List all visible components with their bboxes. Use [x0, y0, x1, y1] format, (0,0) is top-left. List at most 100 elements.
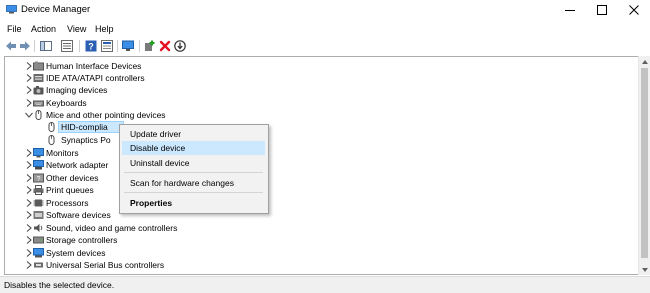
tree-item-system-devices[interactable]: System devices — [5, 247, 625, 259]
menu-action[interactable]: Action — [31, 23, 56, 35]
tree-item-label: Human Interface Devices — [46, 61, 142, 71]
tree-item-ide-controllers[interactable]: IDE ATA/ATAPI controllers — [5, 72, 625, 84]
tree-item-label: Sound, video and game controllers — [46, 223, 178, 233]
chevron-down-icon[interactable] — [24, 110, 33, 120]
processor-icon — [33, 199, 44, 207]
chevron-right-icon[interactable] — [24, 85, 33, 95]
maximize-button[interactable] — [586, 0, 618, 20]
tree-item-mice-and-pointing-devices[interactable]: Mice and other pointing devices — [5, 109, 625, 121]
chevron-right-icon[interactable] — [24, 260, 33, 270]
vertical-scrollbar[interactable] — [638, 56, 650, 275]
toolbar-separator — [117, 40, 118, 52]
scroll-up-arrow-icon — [641, 59, 648, 64]
show-hide-console-tree-icon[interactable] — [40, 40, 52, 52]
tree-item-software-devices[interactable]: Software devices — [5, 209, 625, 221]
scroll-down-arrow-icon — [641, 267, 648, 272]
status-bar: Disables the selected device. — [0, 276, 650, 293]
menu-bar: File Action View Help — [0, 21, 650, 37]
toolbar: ? — [0, 37, 650, 55]
chevron-right-icon[interactable] — [24, 61, 33, 71]
tree-item-storage-controllers[interactable]: Storage controllers — [5, 234, 625, 246]
chevron-right-icon[interactable] — [24, 173, 33, 183]
close-button[interactable] — [618, 0, 650, 20]
tree-item-synaptics-pointing-device[interactable]: Synaptics Po — [44, 134, 124, 146]
tree-item-human-interface-devices[interactable]: Human Interface Devices — [5, 60, 625, 72]
tree-item-monitors[interactable]: Monitors — [5, 147, 120, 159]
context-menu: Update driver Disable device Uninstall d… — [119, 124, 269, 214]
chevron-right-icon[interactable] — [24, 160, 33, 170]
monitor-icon — [33, 148, 44, 158]
forward-arrow-icon[interactable] — [19, 40, 31, 52]
help-icon[interactable]: ? — [85, 40, 97, 52]
tree-item-label: Print queues — [46, 185, 94, 195]
tree-item-usb-controllers[interactable]: Universal Serial Bus controllers — [5, 259, 625, 271]
menu-file[interactable]: File — [7, 23, 22, 35]
add-driver-icon[interactable] — [144, 40, 156, 52]
scroll-down-button[interactable] — [639, 264, 650, 275]
tree-item-other-devices[interactable]: ? Other devices — [5, 172, 625, 184]
chevron-right-icon[interactable] — [24, 198, 33, 208]
chevron-right-icon[interactable] — [24, 73, 33, 83]
tree-item-keyboards[interactable]: Keyboards — [5, 97, 625, 109]
title-bar: Device Manager — [0, 0, 650, 20]
menu-item-label: Scan for hardware changes — [130, 178, 234, 188]
chevron-right-icon[interactable] — [24, 148, 33, 158]
tree-item-sound-video-game-controllers[interactable]: Sound, video and game controllers — [5, 222, 625, 234]
network-icon — [33, 160, 44, 170]
storage-icon — [33, 236, 44, 244]
tree-item-label: Network adapter — [46, 160, 109, 170]
status-text: Disables the selected device. — [4, 280, 115, 290]
uninstall-x-icon[interactable] — [159, 40, 171, 52]
menu-item-label: Uninstall device — [130, 158, 190, 168]
menu-separator — [124, 192, 263, 193]
tree-item-label: Keyboards — [46, 98, 87, 108]
speaker-icon — [34, 224, 43, 232]
chevron-right-icon[interactable] — [24, 98, 33, 108]
ide-icon — [33, 74, 44, 82]
menu-item-disable-device[interactable]: Disable device — [122, 141, 265, 155]
svg-text:?: ? — [37, 176, 41, 183]
minimize-button[interactable] — [554, 0, 586, 20]
menu-view[interactable]: View — [67, 23, 86, 35]
tree-item-label: Universal Serial Bus controllers — [46, 260, 165, 270]
tree-item-label: Synaptics Po — [61, 135, 111, 145]
device-tree[interactable]: Human Interface Devices IDE ATA/ATAPI co… — [4, 56, 639, 275]
list-view-icon[interactable] — [61, 40, 73, 52]
tree-item-hid-compliant-mouse[interactable]: HID-complia — [44, 121, 124, 133]
properties-icon[interactable] — [101, 40, 113, 52]
menu-item-scan-hardware-changes[interactable]: Scan for hardware changes — [122, 176, 265, 190]
scrollbar-thumb[interactable] — [641, 68, 648, 258]
svg-text:?: ? — [88, 42, 94, 52]
toolbar-separator — [139, 40, 140, 52]
chevron-right-icon[interactable] — [24, 248, 33, 258]
tree-item-imaging-devices[interactable]: Imaging devices — [5, 84, 625, 96]
minimize-icon — [565, 10, 575, 11]
usb-icon — [34, 262, 43, 268]
tree-item-label: System devices — [46, 248, 106, 258]
menu-item-update-driver[interactable]: Update driver — [122, 127, 265, 141]
menu-item-uninstall-device[interactable]: Uninstall device — [122, 156, 265, 170]
tree-item-label: Monitors — [46, 148, 79, 158]
menu-item-label: Disable device — [130, 143, 186, 153]
chevron-right-icon[interactable] — [24, 185, 33, 195]
device-manager-app-icon — [6, 5, 17, 14]
mouse-icon — [48, 122, 55, 132]
software-device-icon — [33, 211, 44, 219]
menu-help[interactable]: Help — [95, 23, 114, 35]
tree-item-label: Mice and other pointing devices — [46, 110, 166, 120]
back-arrow-icon[interactable] — [5, 40, 17, 52]
chevron-right-icon[interactable] — [24, 235, 33, 245]
chevron-right-icon[interactable] — [24, 210, 33, 220]
tree-item-print-queues[interactable]: Print queues — [5, 184, 625, 196]
chevron-right-icon[interactable] — [24, 223, 33, 233]
tree-item-processors[interactable]: Processors — [5, 197, 625, 209]
tree-item-network-adapters[interactable]: Network adapter — [5, 159, 120, 171]
mouse-icon — [48, 135, 55, 145]
menu-item-properties[interactable]: Properties — [122, 196, 265, 210]
scroll-up-button[interactable] — [639, 56, 650, 67]
close-icon — [629, 5, 639, 15]
update-driver-icon[interactable] — [174, 40, 186, 52]
maximize-icon — [597, 5, 607, 15]
system-icon — [33, 248, 44, 258]
monitor-icon[interactable] — [122, 40, 134, 52]
